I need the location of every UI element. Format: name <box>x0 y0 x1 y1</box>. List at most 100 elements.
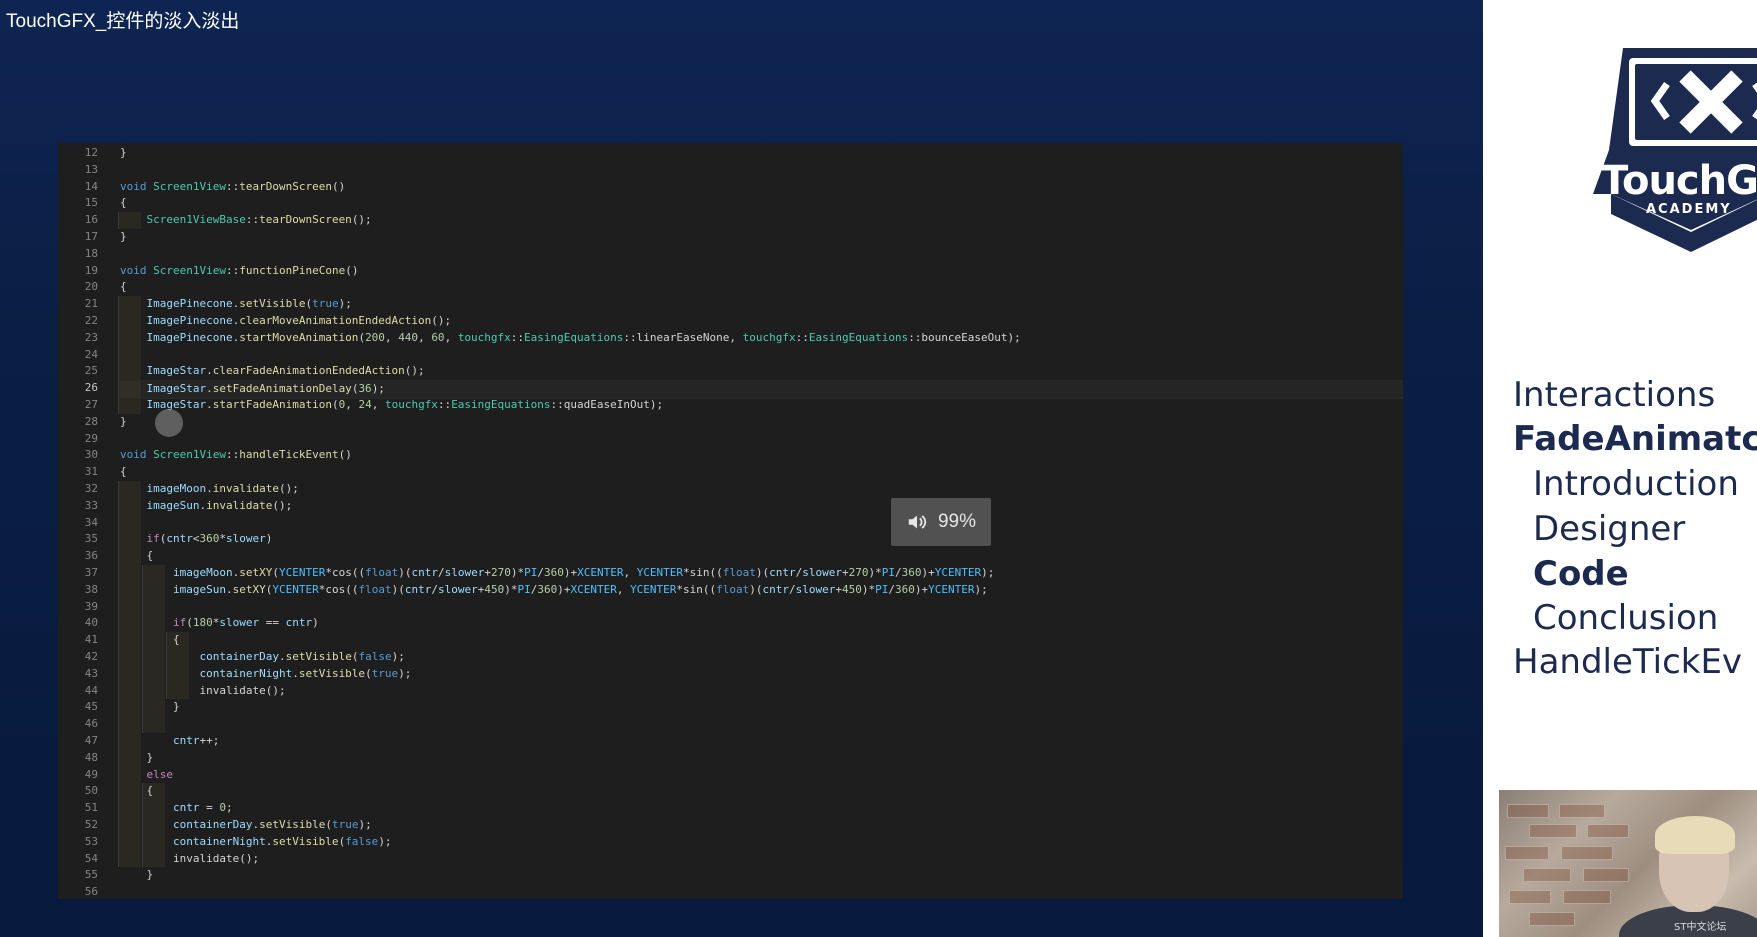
agenda-item: Interactions <box>1513 375 1716 415</box>
line-number: 31 <box>84 465 98 479</box>
code-line[interactable] <box>120 246 1403 263</box>
watermark: ST中文论坛 <box>1674 922 1727 933</box>
code-line[interactable]: Screen1ViewBase::tearDownScreen(); <box>120 212 1403 229</box>
line-number: 50 <box>84 784 98 798</box>
line-number: 25 <box>84 364 98 378</box>
code-line[interactable]: { <box>120 279 1403 296</box>
line-number: 43 <box>84 666 98 680</box>
agenda-item: HandleTickEv <box>1513 642 1743 682</box>
code-line[interactable]: invalidate(); <box>120 683 1403 700</box>
line-number: 37 <box>84 566 98 579</box>
code-line[interactable]: containerNight.setVisible(true); <box>120 666 1403 683</box>
logo-wordmark: TouchGFX <box>1601 158 1757 204</box>
line-number: 26 <box>84 381 98 395</box>
code-line[interactable]: } <box>120 414 1403 431</box>
line-number: 33 <box>84 498 98 512</box>
line-number: 42 <box>84 650 98 663</box>
touchgfx-academy-logo <box>1593 48 1757 252</box>
line-number: 54 <box>84 851 98 865</box>
code-line[interactable]: } <box>120 699 1403 716</box>
agenda-item: Code <box>1533 554 1629 594</box>
line-number: 47 <box>84 734 98 747</box>
line-number: 20 <box>84 280 98 294</box>
line-number: 56 <box>84 885 98 899</box>
code-line[interactable]: { <box>120 195 1403 212</box>
code-line[interactable]: void Screen1View::functionPineCone() <box>120 263 1403 280</box>
agenda-item: Designer <box>1533 509 1686 549</box>
code-line[interactable]: { <box>120 632 1403 649</box>
code-line[interactable]: ImageStar.startFadeAnimation(0, 24, touc… <box>120 397 1403 414</box>
line-number: 17 <box>84 230 98 243</box>
line-number: 22 <box>84 314 98 327</box>
line-number: 53 <box>84 834 98 848</box>
line-number: 12 <box>84 146 98 159</box>
code-line[interactable]: } <box>120 145 1403 162</box>
code-line[interactable]: imageSun.setXY(YCENTER*cos((float)(cntr/… <box>120 582 1403 599</box>
line-number: 55 <box>84 868 98 882</box>
volume-overlay: 99% <box>891 498 991 546</box>
line-number: 27 <box>84 398 98 411</box>
code-line[interactable]: ImagePinecone.clearMoveAnimationEndedAct… <box>120 313 1403 330</box>
video-title: TouchGFX_控件的淡入淡出 <box>6 11 240 32</box>
line-number: 40 <box>84 616 98 630</box>
code-line[interactable]: imageSun.invalidate(); <box>120 498 1403 515</box>
line-number: 30 <box>84 448 98 462</box>
code-line[interactable] <box>120 716 1403 733</box>
code-line[interactable]: else <box>120 767 1403 784</box>
code-line[interactable]: void Screen1View::handleTickEvent() <box>120 447 1403 464</box>
code-editor: 12} 13 14 void Screen1View::tearDownScreen(… <box>58 143 1403 899</box>
code-line[interactable]: containerDay.setVisible(true); <box>120 817 1403 834</box>
code-line[interactable]: { <box>120 464 1403 481</box>
code-line[interactable]: } <box>120 867 1403 884</box>
agenda-item: Conclusion <box>1533 598 1719 638</box>
code-line[interactable] <box>120 431 1403 448</box>
agenda-item: Introduction <box>1533 464 1739 504</box>
code-line[interactable]: void Screen1View::tearDownScreen() <box>120 179 1403 196</box>
slide-sidebar: TouchGFX ACADEMY InteractionsFadeAnimatc… <box>1483 0 1757 937</box>
line-number: 41 <box>84 633 98 647</box>
code-line[interactable]: imageMoon.invalidate(); <box>120 481 1403 498</box>
code-line[interactable]: imageMoon.setXY(YCENTER*cos((float)(cntr… <box>120 565 1403 582</box>
code-line[interactable] <box>120 884 1403 899</box>
code-line[interactable]: containerNight.setVisible(false); <box>120 834 1403 851</box>
presenter-webcam: ST中文论坛 <box>1499 790 1757 937</box>
line-number: 19 <box>84 263 98 277</box>
line-number: 13 <box>84 162 98 176</box>
presenter-hair <box>1655 816 1735 854</box>
code-line[interactable]: if(cntr<360*slower) <box>120 531 1403 548</box>
line-number: 23 <box>84 330 98 344</box>
speaker-icon <box>908 515 927 529</box>
logo-subtitle: ACADEMY <box>1646 202 1732 217</box>
code-line[interactable]: { <box>120 548 1403 565</box>
line-number: 34 <box>84 515 98 529</box>
line-number: 46 <box>84 717 98 731</box>
agenda-item: FadeAnimatc <box>1513 419 1757 459</box>
line-number: 52 <box>84 818 98 831</box>
line-number: 39 <box>84 599 98 613</box>
code-line[interactable]: cntr++; <box>120 733 1403 750</box>
line-number: 51 <box>84 801 98 815</box>
code-line[interactable]: containerDay.setVisible(false); <box>120 649 1403 666</box>
mouse-cursor-indicator <box>155 409 183 437</box>
code-line[interactable] <box>120 599 1403 616</box>
code-line[interactable]: if(180*slower == cntr) <box>120 615 1403 632</box>
line-number: 21 <box>84 297 98 311</box>
code-line[interactable]: } <box>120 750 1403 767</box>
line-number: 16 <box>84 213 98 227</box>
line-number: 36 <box>84 549 98 563</box>
code-line[interactable]: ImagePinecone.setVisible(true); <box>120 296 1403 313</box>
video-player[interactable]: TouchGFX_控件的淡入淡出 12} 13 14 void Screen1View… <box>0 0 1483 937</box>
code-line[interactable] <box>120 162 1403 179</box>
code-line[interactable]: } <box>120 229 1403 246</box>
code-line[interactable]: ImagePinecone.startMoveAnimation(200, 44… <box>120 330 1403 347</box>
code-line[interactable] <box>120 347 1403 364</box>
line-number: 44 <box>84 683 98 697</box>
code-line[interactable] <box>120 515 1403 532</box>
code-line[interactable]: { <box>120 783 1403 800</box>
code-line[interactable]: cntr = 0; <box>120 800 1403 817</box>
code-line[interactable]: invalidate(); <box>120 851 1403 868</box>
line-number: 45 <box>84 700 98 714</box>
line-number: 29 <box>84 431 98 445</box>
code-line[interactable]: ImageStar.clearFadeAnimationEndedAction(… <box>120 363 1403 380</box>
line-number: 38 <box>84 582 98 596</box>
